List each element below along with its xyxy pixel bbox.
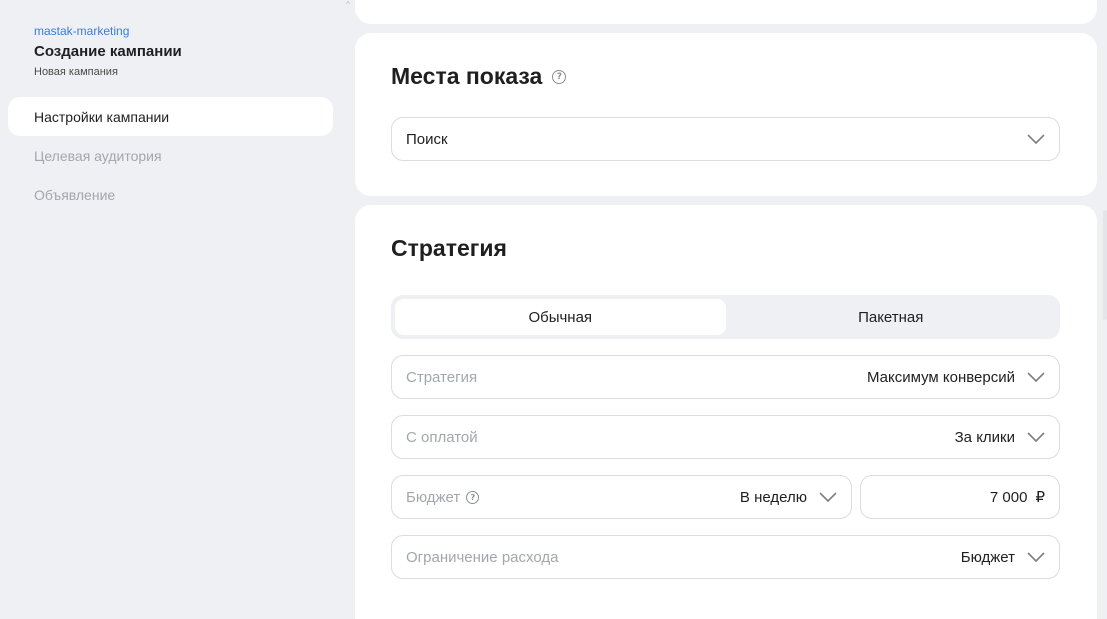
placements-select[interactable]: Поиск bbox=[391, 117, 1060, 161]
sidebar-item-label: Объявление bbox=[34, 186, 116, 203]
chevron-down-icon bbox=[1027, 552, 1045, 562]
payment-select-value: За клики bbox=[954, 428, 1015, 446]
question-circle-icon[interactable]: ? bbox=[466, 490, 480, 504]
question-circle-icon[interactable]: ? bbox=[552, 69, 567, 84]
previous-section-card bbox=[355, 0, 1097, 24]
scrollbar[interactable] bbox=[1103, 210, 1107, 320]
sidebar-item-campaign-settings[interactable]: Настройки кампании bbox=[8, 97, 333, 136]
spend-limit-label: Ограничение расхода bbox=[406, 548, 559, 566]
tab-regular[interactable]: Обычная bbox=[395, 299, 726, 335]
payment-select[interactable]: С оплатой За клики bbox=[391, 415, 1060, 459]
chevron-down-icon bbox=[1027, 372, 1045, 382]
strategy-select-label: Стратегия bbox=[406, 368, 478, 386]
scroll-up-icon[interactable]: ^ bbox=[346, 0, 350, 9]
sidebar-item-ad[interactable]: Объявление bbox=[8, 175, 333, 214]
placements-select-value: Поиск bbox=[406, 130, 448, 148]
payment-select-label: С оплатой bbox=[406, 428, 478, 446]
budget-period-select[interactable]: Бюджет ? В неделю bbox=[391, 475, 852, 519]
budget-period-value: В неделю bbox=[739, 488, 807, 506]
spend-limit-select[interactable]: Ограничение расхода Бюджет bbox=[391, 535, 1060, 579]
strategy-card: Стратегия Обычная Пакетная Стратегия Мак… bbox=[355, 205, 1097, 619]
sidebar-item-label: Настройки кампании bbox=[34, 108, 170, 125]
chevron-down-icon bbox=[1027, 134, 1045, 144]
strategy-select[interactable]: Стратегия Максимум конверсий bbox=[391, 355, 1060, 399]
budget-amount-value: 7 000 bbox=[989, 488, 1028, 506]
placements-title: Места показа ? bbox=[391, 63, 567, 90]
budget-amount-input[interactable]: 7 000 ₽ bbox=[860, 475, 1060, 519]
chevron-down-icon bbox=[1027, 432, 1045, 442]
strategy-title: Стратегия bbox=[391, 235, 507, 261]
sidebar: mastak-marketing Создание кампании Новая… bbox=[0, 0, 345, 619]
placements-card: Места показа ? Поиск bbox=[355, 33, 1097, 196]
chevron-down-icon bbox=[819, 492, 837, 502]
account-name[interactable]: mastak-marketing bbox=[34, 24, 129, 38]
sidebar-item-label: Целевая аудитория bbox=[34, 147, 162, 164]
tab-package[interactable]: Пакетная bbox=[726, 299, 1057, 335]
page-title: Создание кампании bbox=[34, 43, 182, 60]
sidebar-item-target-audience[interactable]: Целевая аудитория bbox=[8, 136, 333, 175]
strategy-select-value: Максимум конверсий bbox=[866, 368, 1015, 386]
page-subtitle: Новая кампания bbox=[34, 66, 118, 78]
spend-limit-value: Бюджет bbox=[960, 548, 1015, 566]
currency-symbol: ₽ bbox=[1035, 489, 1045, 506]
budget-label-text: Бюджет bbox=[406, 488, 461, 506]
placements-title-text: Места показа bbox=[391, 63, 543, 89]
strategy-type-switch: Обычная Пакетная bbox=[391, 295, 1060, 339]
budget-label: Бюджет ? bbox=[406, 488, 480, 506]
